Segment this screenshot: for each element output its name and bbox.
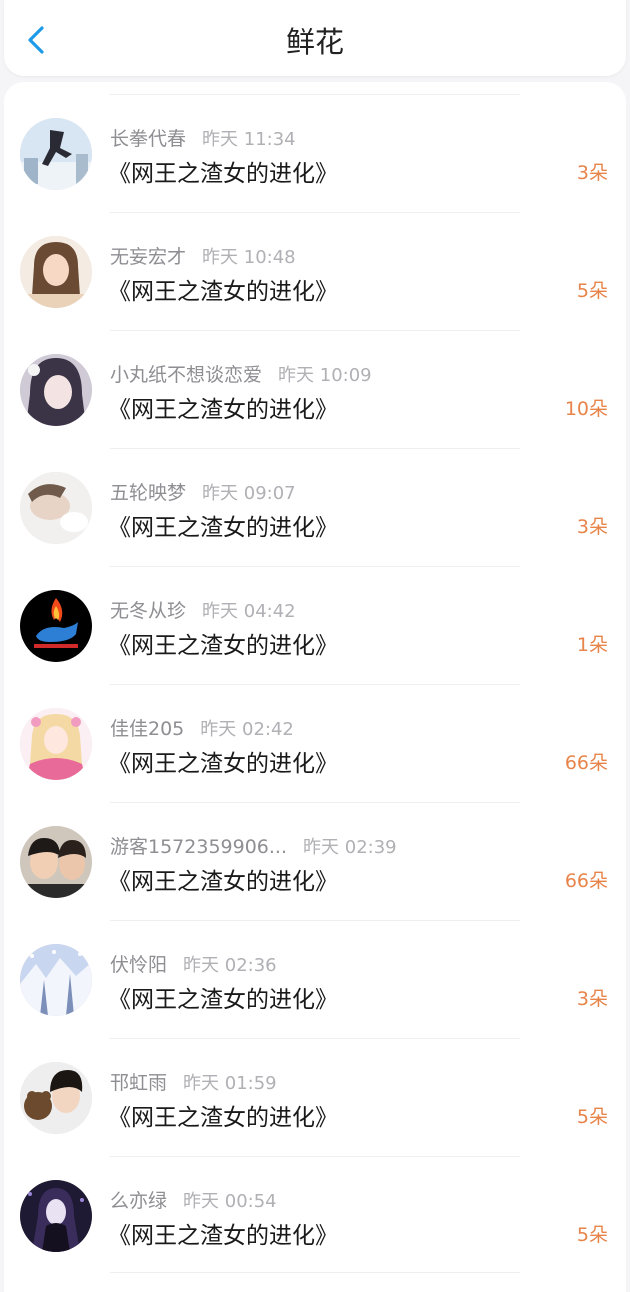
user-name-line: 佳佳205 昨天 02:42: [110, 714, 294, 741]
divider: [110, 448, 520, 449]
user-name-line: 么亦绿 昨天 00:54: [110, 1186, 277, 1213]
list-item[interactable]: 无冬从珍 昨天 04:42 《网王之渣女的进化》 1朵: [4, 554, 626, 672]
avatar[interactable]: [20, 236, 92, 308]
divider: [110, 1272, 520, 1273]
book-title[interactable]: 《网王之渣女的进化》: [108, 626, 338, 660]
avatar[interactable]: [20, 1062, 92, 1134]
user-name[interactable]: 伏怜阳: [110, 954, 167, 976]
flower-count: 66朵: [564, 870, 608, 892]
timestamp: 昨天 04:42: [202, 601, 296, 622]
book-title[interactable]: 《网王之渣女的进化》: [108, 862, 338, 896]
divider: [110, 920, 520, 921]
avatar[interactable]: [20, 944, 92, 1016]
user-name-line: 邗虹雨 昨天 01:59: [110, 1068, 277, 1095]
book-title[interactable]: 《网王之渣女的进化》: [108, 390, 338, 424]
book-title[interactable]: 《网王之渣女的进化》: [108, 154, 338, 188]
divider: [110, 566, 520, 567]
flower-count: 66朵: [564, 752, 608, 774]
flower-count: 5朵: [576, 280, 608, 302]
avatar[interactable]: [20, 472, 92, 544]
divider: [110, 1038, 520, 1039]
user-name[interactable]: 佳佳205: [110, 718, 184, 740]
user-name-line: 无冬从珍 昨天 04:42: [110, 596, 296, 623]
book-title[interactable]: 《网王之渣女的进化》: [108, 1098, 338, 1132]
user-name-line: 小丸纸不想谈恋爱 昨天 10:09: [110, 360, 372, 387]
user-name[interactable]: 么亦绿: [110, 1190, 167, 1212]
flower-count: 3朵: [576, 516, 608, 538]
avatar[interactable]: [20, 1180, 92, 1252]
timestamp: 昨天 09:07: [202, 483, 296, 504]
timestamp: 昨天 10:09: [278, 365, 372, 386]
user-name[interactable]: 五轮映梦: [110, 482, 186, 504]
divider: [110, 212, 520, 213]
user-name-line: 长拳代春 昨天 11:34: [110, 124, 296, 151]
avatar[interactable]: [20, 826, 92, 898]
list-item[interactable]: 佳佳205 昨天 02:42 《网王之渣女的进化》 66朵: [4, 672, 626, 790]
avatar[interactable]: [20, 118, 92, 190]
timestamp: 昨天 02:42: [200, 719, 294, 740]
list-item[interactable]: 长拳代春 昨天 11:34 《网王之渣女的进化》 3朵: [4, 82, 626, 200]
timestamp: 昨天 02:39: [303, 837, 397, 858]
flower-count: 1朵: [576, 634, 608, 656]
list-item[interactable]: 五轮映梦 昨天 09:07 《网王之渣女的进化》 3朵: [4, 436, 626, 554]
list-item[interactable]: 伏怜阳 昨天 02:36 《网王之渣女的进化》 3朵: [4, 908, 626, 1026]
book-title[interactable]: 《网王之渣女的进化》: [108, 744, 338, 778]
flower-count: 5朵: [576, 1224, 608, 1246]
list-item[interactable]: 么亦绿 昨天 00:54 《网王之渣女的进化》 5朵: [4, 1144, 626, 1262]
user-name[interactable]: 长拳代春: [110, 128, 186, 150]
timestamp: 昨天 01:59: [183, 1073, 277, 1094]
divider: [110, 684, 520, 685]
flower-record-list[interactable]: 长拳代春 昨天 11:34 《网王之渣女的进化》 3朵 无妄宏才 昨天 10:48 …: [4, 82, 626, 1292]
divider: [110, 1156, 520, 1157]
flower-count: 3朵: [576, 988, 608, 1010]
timestamp: 昨天 02:36: [183, 955, 277, 976]
user-name-line: 伏怜阳 昨天 02:36: [110, 950, 277, 977]
list-item[interactable]: 游客1572359906... 昨天 02:39 《网王之渣女的进化》 66朵: [4, 790, 626, 908]
divider: [110, 94, 520, 95]
top-nav-bar: 鲜花: [4, 0, 626, 76]
timestamp: 昨天 00:54: [183, 1191, 277, 1212]
user-name[interactable]: 游客1572359906...: [110, 836, 287, 858]
user-name[interactable]: 小丸纸不想谈恋爱: [110, 364, 262, 386]
book-title[interactable]: 《网王之渣女的进化》: [108, 980, 338, 1014]
user-name[interactable]: 邗虹雨: [110, 1072, 167, 1094]
user-name-line: 五轮映梦 昨天 09:07: [110, 478, 296, 505]
flower-count: 3朵: [576, 162, 608, 184]
avatar[interactable]: [20, 354, 92, 426]
page-title: 鲜花: [285, 25, 344, 59]
divider: [110, 802, 520, 803]
avatar[interactable]: [20, 590, 92, 662]
book-title[interactable]: 《网王之渣女的进化》: [108, 1216, 338, 1250]
list-item[interactable]: 邗虹雨 昨天 01:59 《网王之渣女的进化》 5朵: [4, 1026, 626, 1144]
list-item[interactable]: 无妄宏才 昨天 10:48 《网王之渣女的进化》 5朵: [4, 200, 626, 318]
timestamp: 昨天 11:34: [202, 129, 296, 150]
avatar[interactable]: [20, 708, 92, 780]
user-name[interactable]: 无冬从珍: [110, 600, 186, 622]
divider: [110, 330, 520, 331]
user-name-line: 游客1572359906... 昨天 02:39: [110, 832, 397, 859]
user-name-line: 无妄宏才 昨天 10:48: [110, 242, 296, 269]
user-name[interactable]: 无妄宏才: [110, 246, 186, 268]
book-title[interactable]: 《网王之渣女的进化》: [108, 272, 338, 306]
list-item[interactable]: 小丸纸不想谈恋爱 昨天 10:09 《网王之渣女的进化》 10朵: [4, 318, 626, 436]
book-title[interactable]: 《网王之渣女的进化》: [108, 508, 338, 542]
flower-count: 10朵: [564, 398, 608, 420]
timestamp: 昨天 10:48: [202, 247, 296, 268]
flower-count: 5朵: [576, 1106, 608, 1128]
